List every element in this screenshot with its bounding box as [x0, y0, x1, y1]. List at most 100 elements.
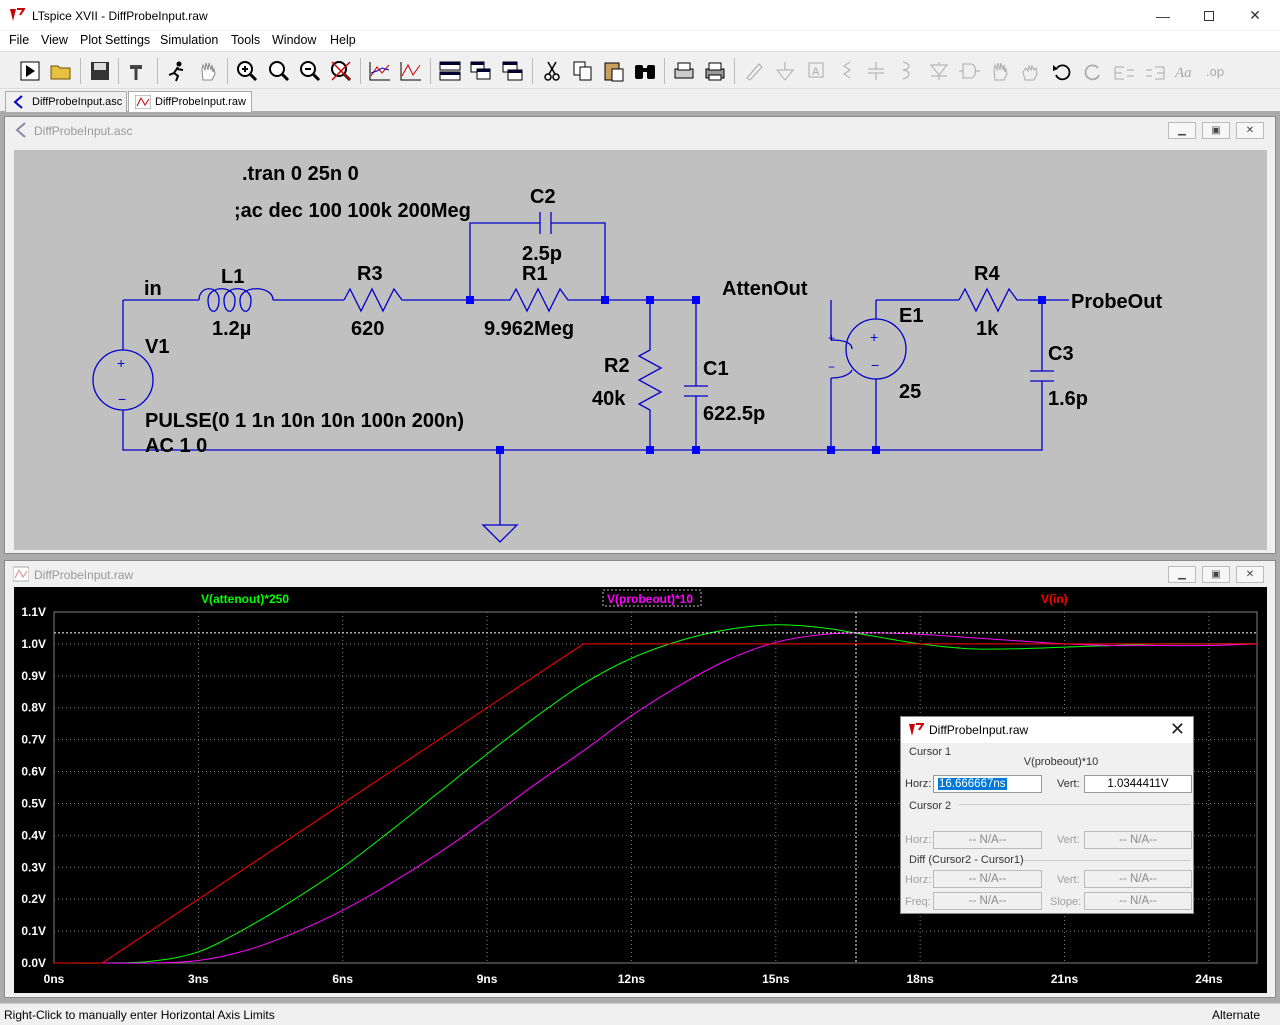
cursor2-horz-field: -- N/A-- — [933, 831, 1042, 849]
ground-button[interactable] — [772, 58, 798, 84]
drag-button[interactable] — [1017, 58, 1043, 84]
v1-value[interactable]: PULSE(0 1 1n 10n 10n 100n 200n) — [145, 410, 464, 432]
spice-directive-button[interactable]: .op — [1204, 58, 1230, 84]
directive-ac[interactable]: ;ac dec 100 100k 200Meg — [234, 200, 471, 222]
find-button[interactable] — [632, 58, 658, 84]
zoom-out-button[interactable] — [297, 58, 323, 84]
legend-probeout[interactable]: V(probeout)*10 — [607, 592, 693, 606]
tab-waveform[interactable]: DiffProbeInput.raw — [128, 91, 252, 112]
x-tick-label: 3ns — [188, 972, 209, 986]
cursor1-horz-field[interactable]: 16.666667ns — [933, 775, 1042, 793]
menu-window[interactable]: Window — [272, 33, 316, 47]
cut-button[interactable] — [539, 58, 565, 84]
print-button[interactable] — [702, 58, 728, 84]
control-panel-button[interactable] — [125, 58, 151, 84]
c3-value[interactable]: 1.6p — [1048, 388, 1088, 410]
l1-ref[interactable]: L1 — [221, 266, 244, 288]
c2-ref[interactable]: C2 — [530, 186, 556, 208]
legend-in[interactable]: V(in) — [1041, 592, 1068, 606]
inductor-button[interactable] — [893, 58, 919, 84]
halt-button[interactable] — [163, 58, 189, 84]
diode-button[interactable] — [926, 58, 952, 84]
resistor-button[interactable] — [834, 58, 860, 84]
redo-button[interactable] — [1080, 58, 1106, 84]
c3-ref[interactable]: C3 — [1048, 343, 1074, 365]
draw-wire-button[interactable] — [741, 58, 767, 84]
c2-value[interactable]: 2.5p — [522, 243, 562, 265]
r3-value[interactable]: 620 — [351, 318, 384, 340]
zoom-back-button[interactable] — [266, 58, 292, 84]
legend-attenout[interactable]: V(attenout)*250 — [201, 592, 289, 606]
text-button[interactable]: Aa — [1173, 58, 1199, 84]
zoom-in-button[interactable] — [234, 58, 260, 84]
schematic-window: DiffProbeInput.asc ▁ ▣ ✕ + − + − + − .tr… — [4, 116, 1276, 554]
waveform-minimize-button[interactable]: ▁ — [1168, 566, 1196, 583]
l1-value[interactable]: 1.2µ — [212, 318, 251, 340]
r2-value[interactable]: 40k — [592, 388, 626, 410]
e1-ref[interactable]: E1 — [899, 305, 923, 327]
e1-value[interactable]: 25 — [899, 381, 921, 403]
schematic-close-button[interactable]: ✕ — [1236, 122, 1264, 139]
r4-value[interactable]: 1k — [976, 318, 999, 340]
net-label-attenout[interactable]: AttenOut — [722, 278, 808, 300]
v1-ac-value[interactable]: AC 1 0 — [145, 435, 207, 457]
waveform-close-button[interactable]: ✕ — [1236, 566, 1264, 583]
spice-directive-icon: .op — [1206, 64, 1224, 79]
r1-value[interactable]: 9.962Meg — [484, 318, 574, 340]
tile-vertical-button[interactable] — [500, 58, 526, 84]
move-button[interactable] — [987, 58, 1013, 84]
printer-icon — [705, 62, 725, 81]
capacitor-button[interactable] — [863, 58, 889, 84]
print-setup-button[interactable] — [671, 58, 697, 84]
label-net-button[interactable]: A — [803, 58, 829, 84]
cascade-button[interactable] — [468, 58, 494, 84]
undo-button[interactable] — [1049, 58, 1075, 84]
cursor-dialog-close-button[interactable]: ✕ — [1170, 719, 1185, 740]
copy-button[interactable] — [570, 58, 596, 84]
schematic-maximize-button[interactable]: ▣ — [1202, 122, 1230, 139]
component-icon — [959, 63, 980, 79]
close-button[interactable]: ✕ — [1232, 0, 1278, 31]
c1-value[interactable]: 622.5p — [703, 403, 765, 425]
waveform-maximize-button[interactable]: ▣ — [1202, 566, 1230, 583]
directive-tran[interactable]: .tran 0 25n 0 — [242, 163, 359, 185]
maximize-icon — [1204, 10, 1214, 21]
open-button[interactable] — [48, 58, 74, 84]
run-button[interactable] — [17, 58, 43, 84]
paste-button[interactable] — [601, 58, 627, 84]
net-label-probeout[interactable]: ProbeOut — [1071, 291, 1162, 313]
component-button[interactable] — [956, 58, 982, 84]
x-tick-label: 24ns — [1195, 972, 1223, 986]
y-tick-label: 0.4V — [21, 828, 46, 842]
pan-button[interactable] — [195, 58, 221, 84]
menu-help[interactable]: Help — [330, 33, 356, 47]
menu-tools[interactable]: Tools — [231, 33, 260, 47]
menu-simulation[interactable]: Simulation — [160, 33, 218, 47]
r1-ref[interactable]: R1 — [522, 263, 548, 285]
autorange-button[interactable] — [367, 58, 393, 84]
tab-schematic[interactable]: DiffProbeInput.asc — [5, 91, 127, 112]
c1-ref[interactable]: C1 — [703, 358, 729, 380]
label-icon: A — [808, 62, 824, 78]
scissors-icon — [544, 61, 560, 81]
menu-view[interactable]: View — [41, 33, 68, 47]
menu-file[interactable]: File — [9, 33, 29, 47]
mirror-button[interactable] — [1142, 58, 1168, 84]
schematic-canvas[interactable]: + − + − + − .tran 0 25n 0 ;ac dec 100 10… — [14, 150, 1267, 550]
v1-ref[interactable]: V1 — [145, 336, 169, 358]
minimize-button[interactable]: — — [1140, 0, 1186, 31]
save-button[interactable] — [87, 58, 113, 84]
menu-plot-settings[interactable]: Plot Settings — [80, 33, 150, 47]
rotate-button[interactable] — [1111, 58, 1137, 84]
maximize-button[interactable] — [1186, 0, 1232, 31]
r4-ref[interactable]: R4 — [974, 263, 1000, 285]
net-label-in[interactable]: in — [144, 278, 162, 300]
tile-horizontal-button[interactable] — [437, 58, 463, 84]
r3-ref[interactable]: R3 — [357, 263, 383, 285]
schematic-minimize-button[interactable]: ▁ — [1168, 122, 1196, 139]
v1-minus-sign: − — [118, 391, 126, 407]
r2-ref[interactable]: R2 — [604, 355, 630, 377]
zoom-fit-button[interactable] — [328, 58, 354, 84]
cursor1-vert-field[interactable]: 1.0344411V — [1084, 775, 1192, 793]
add-trace-button[interactable] — [398, 58, 424, 84]
